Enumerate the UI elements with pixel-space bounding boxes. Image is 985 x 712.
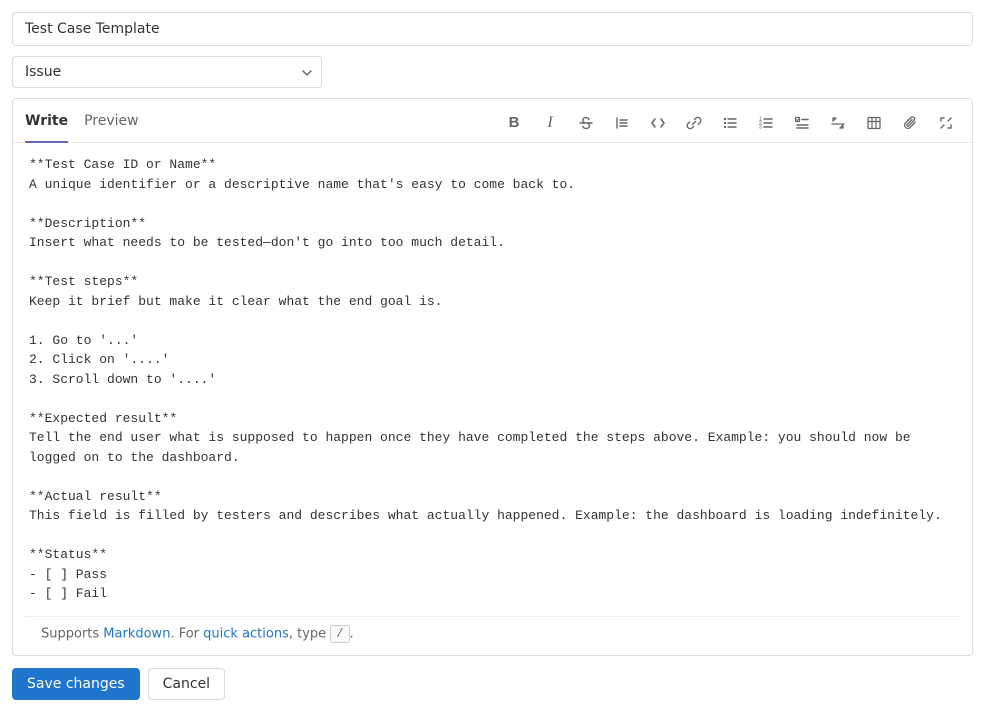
code-button[interactable] [644, 109, 672, 137]
editor-panel: Write Preview B I [12, 98, 973, 656]
form-actions: Save changes Cancel [12, 668, 973, 700]
code-icon [650, 115, 666, 131]
quick-actions-link[interactable]: quick actions [203, 627, 289, 642]
tab-preview[interactable]: Preview [84, 103, 139, 143]
paperclip-icon [902, 115, 918, 131]
editor-tabs: Write Preview [25, 103, 139, 142]
type-dropdown-button[interactable]: Issue [12, 56, 322, 88]
bold-icon: B [509, 114, 520, 131]
bullet-list-button[interactable] [716, 109, 744, 137]
tab-write[interactable]: Write [25, 103, 68, 143]
numbered-list-icon: 123 [758, 115, 774, 131]
collapsible-button[interactable] [824, 109, 852, 137]
fullscreen-button[interactable] [932, 109, 960, 137]
fullscreen-icon [938, 115, 954, 131]
footer-for-text: . For [170, 627, 203, 642]
editor-footer: Supports Markdown. For quick actions, ty… [25, 616, 960, 655]
footer-period: . [350, 627, 354, 642]
bullet-list-icon [722, 115, 738, 131]
save-button[interactable]: Save changes [12, 668, 140, 700]
link-button[interactable] [680, 109, 708, 137]
title-input[interactable] [12, 12, 973, 46]
slash-key: / [330, 625, 349, 643]
strikethrough-button[interactable] [572, 109, 600, 137]
markdown-link[interactable]: Markdown [103, 627, 170, 642]
markdown-textarea[interactable] [29, 155, 956, 604]
attach-button[interactable] [896, 109, 924, 137]
italic-button[interactable]: I [536, 109, 564, 137]
type-dropdown-label: Issue [25, 64, 61, 80]
bold-button[interactable]: B [500, 109, 528, 137]
strikethrough-icon [578, 115, 594, 131]
editor-header: Write Preview B I [13, 99, 972, 143]
task-list-button[interactable] [788, 109, 816, 137]
quote-icon [614, 115, 630, 131]
table-icon [866, 115, 882, 131]
editor-toolbar: B I [500, 109, 960, 137]
task-list-icon [794, 115, 810, 131]
collapsible-icon [830, 115, 846, 131]
italic-icon: I [547, 114, 552, 132]
quote-button[interactable] [608, 109, 636, 137]
link-icon [686, 115, 702, 131]
editor-body [13, 143, 972, 616]
table-button[interactable] [860, 109, 888, 137]
footer-supports-text: Supports [41, 627, 103, 642]
footer-type-text: , type [289, 627, 330, 642]
cancel-button[interactable]: Cancel [148, 668, 225, 700]
type-dropdown[interactable]: Issue [12, 56, 322, 88]
numbered-list-button[interactable]: 123 [752, 109, 780, 137]
svg-text:3: 3 [759, 124, 762, 130]
